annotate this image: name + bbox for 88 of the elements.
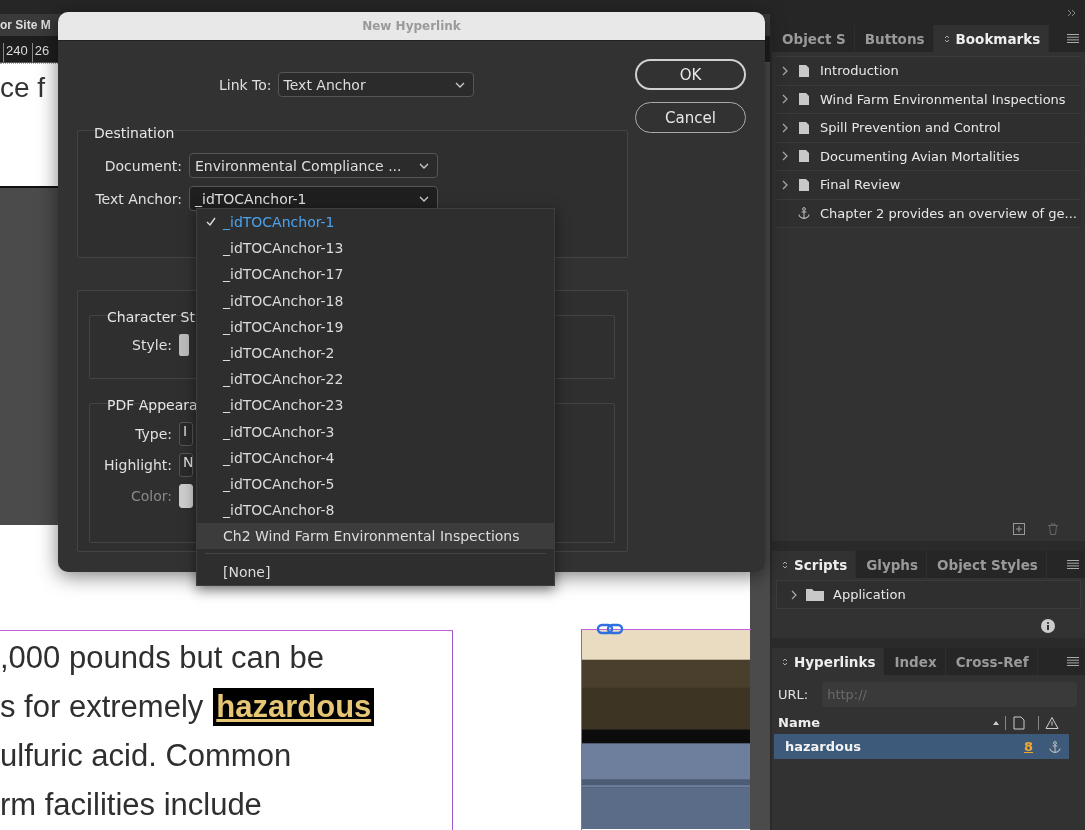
menu-item[interactable]: _idTOCAnchor-3 (197, 418, 554, 445)
caret-icon (419, 162, 429, 169)
body-text: ce f (0, 71, 46, 104)
caret-icon (419, 195, 429, 202)
bookmark-item[interactable]: Spill Prevention and Control (820, 120, 1001, 136)
document-tab[interactable]: or Site M (0, 18, 51, 32)
bookmark-item[interactable]: Wind Farm Environmental Inspections (820, 91, 1066, 107)
menu-item[interactable]: [None] (197, 558, 554, 585)
chevron-right-icon[interactable] (782, 179, 788, 190)
updown-icon (782, 559, 788, 570)
body-text: rm facilities include (0, 786, 262, 823)
bookmark-item[interactable]: Chapter 2 provides an overview of ge... (820, 205, 1077, 221)
bookmark-item[interactable]: Final Review (820, 177, 901, 193)
document-dropdown[interactable]: Environmental Compliance ... (189, 153, 438, 178)
anchor-icon (798, 207, 810, 220)
body-text: s for extremely (0, 688, 204, 725)
group-title: Character St (106, 308, 196, 327)
appearance-dropdown[interactable]: N (179, 453, 193, 477)
panel-tab[interactable]: Scripts (772, 551, 857, 578)
collapse-icon[interactable] (1067, 8, 1077, 17)
body-text: ,000 pounds but can be (0, 639, 325, 676)
bookmark-item[interactable]: Documenting Avian Mortalities (820, 148, 1020, 164)
link-icon (596, 622, 624, 636)
cancel-button[interactable]: Cancel (635, 102, 746, 133)
body-text: ulfuric acid. Common (0, 737, 292, 774)
panel-tab[interactable]: Index (884, 648, 946, 675)
folder-icon (806, 588, 824, 601)
new-bookmark-icon[interactable] (1013, 523, 1025, 535)
link-to-dropdown[interactable]: Text Anchor (277, 72, 474, 97)
updown-icon (782, 656, 788, 667)
chevron-right-icon[interactable] (782, 122, 788, 133)
menu-icon[interactable] (1067, 560, 1079, 569)
appearance-dropdown[interactable]: I (179, 422, 193, 446)
updown-icon (943, 33, 950, 44)
page-number[interactable]: 8 (1023, 739, 1033, 754)
menu-icon[interactable] (1067, 34, 1079, 43)
panel-tab[interactable]: Glyphs (856, 551, 927, 578)
window-title: New Hyperlink (362, 19, 461, 33)
chevron-right-icon[interactable] (782, 65, 788, 76)
checkmark-icon (206, 217, 216, 228)
info-icon[interactable] (1041, 619, 1055, 633)
menu-item[interactable]: _idTOCAnchor-23 (197, 392, 554, 419)
menu-item[interactable]: _idTOCAnchor-17 (197, 261, 554, 288)
menu-item[interactable]: _idTOCAnchor-5 (197, 470, 554, 498)
panel-tab[interactable]: Buttons (854, 25, 934, 52)
page-icon (798, 178, 810, 191)
field-label: Text Anchor: (94, 190, 182, 207)
field-label: URL: (778, 687, 809, 702)
field-label: Type: (134, 426, 172, 442)
field-label: Style: (131, 337, 172, 353)
appearance-dropdown[interactable] (179, 484, 193, 508)
column-header[interactable]: Name (778, 715, 820, 730)
menu-item[interactable]: _idTOCAnchor-22 (197, 366, 554, 393)
page-icon (798, 150, 810, 163)
panel-tab[interactable]: Cross-Ref (945, 648, 1038, 675)
ok-button[interactable]: OK (635, 59, 746, 90)
panel-tab[interactable]: Object S (772, 25, 855, 52)
menu-item[interactable]: _idTOCAnchor-13 (197, 235, 554, 262)
field-label: Color: (129, 488, 172, 504)
sort-icon[interactable] (993, 720, 999, 725)
menu-item[interactable]: _idTOCAnchor-2 (197, 339, 554, 367)
menu-item[interactable]: _idTOCAnchor-19 (197, 313, 554, 340)
field-label: Highlight: (103, 457, 172, 473)
page-icon (798, 64, 810, 77)
page-icon (798, 121, 810, 134)
field-label: Link To: (219, 76, 272, 93)
group-title: Destination (93, 124, 175, 143)
menu-item[interactable]: _idTOCAnchor-4 (197, 444, 554, 471)
panel-tab[interactable]: Hyperlinks (772, 648, 885, 675)
hyperlink-row[interactable]: hazardous 8 (774, 734, 1069, 759)
caret-icon (454, 81, 465, 88)
menu-item[interactable]: _idTOCAnchor-1 (197, 209, 554, 236)
hyperlink-name: hazardous (785, 739, 861, 754)
chevron-right-icon[interactable] (791, 589, 797, 600)
bookmark-item[interactable]: Introduction (820, 63, 899, 79)
menu-item[interactable]: Ch2 Wind Farm Environmental Inspections (197, 523, 554, 550)
page-icon (798, 93, 810, 106)
chevron-right-icon[interactable] (782, 151, 788, 162)
group-title: PDF Appeara (106, 396, 199, 415)
panel-tab[interactable]: Bookmarks (933, 25, 1050, 52)
panel-tab[interactable]: Object Styles (927, 551, 1047, 578)
script-folder[interactable]: Application (833, 587, 906, 602)
menu-item[interactable]: _idTOCAnchor-18 (197, 287, 554, 314)
menu-item[interactable]: _idTOCAnchor-8 (197, 497, 554, 524)
hyperlink-text[interactable]: hazardous (213, 687, 375, 726)
chevron-right-icon[interactable] (782, 94, 788, 105)
menu-icon[interactable] (1067, 657, 1079, 666)
field-label: Document: (103, 157, 182, 174)
